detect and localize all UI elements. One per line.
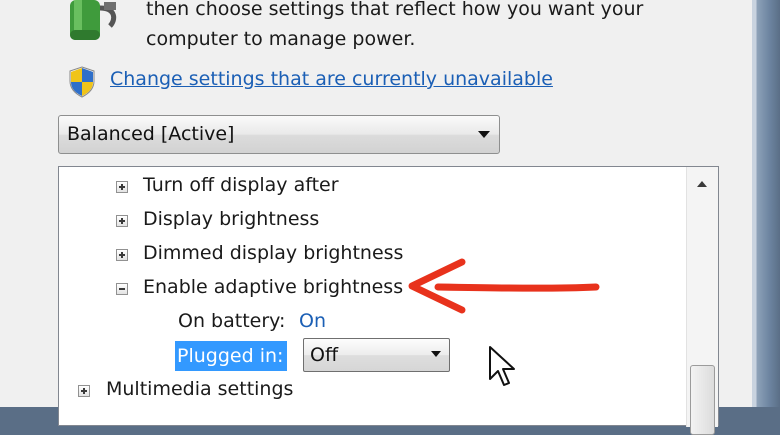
expand-plus-icon[interactable] [116,215,128,227]
on-battery-label: On battery: [178,310,286,332]
tree-item-enable-adaptive-brightness[interactable]: Enable adaptive brightness [143,274,403,300]
scroll-thumb[interactable] [690,365,715,435]
scroll-up-button[interactable] [687,167,718,201]
plugged-in-label: Plugged in: [175,341,288,371]
power-plan-value: Balanced [Active] [67,123,235,145]
collapse-minus-icon[interactable] [116,283,128,295]
intro-line-2: computer to manage power. [146,28,416,50]
annotation-arrow-icon [408,258,600,314]
change-settings-link[interactable]: Change settings that are currently unava… [110,68,553,90]
intro-text: then choose settings that reflect how yo… [146,0,736,54]
on-battery-value[interactable]: On [299,310,326,332]
tree-item-turn-off-display[interactable]: Turn off display after [143,172,339,198]
tree-item-display-brightness[interactable]: Display brightness [143,206,319,232]
mouse-pointer-icon [489,346,515,386]
advanced-settings-tree[interactable]: Turn off display after Display brightnes… [58,166,719,435]
expand-plus-icon[interactable] [116,181,128,193]
plugged-in-dropdown[interactable]: Off [303,338,450,372]
uac-shield-icon [69,66,95,98]
expand-plus-icon[interactable] [78,385,90,397]
scroll-up-arrow-icon [697,181,707,187]
window-frame-edge [752,0,780,407]
plugged-in-value: Off [310,344,339,366]
power-plug-battery-icon [70,0,117,40]
tree-item-dimmed-display-brightness[interactable]: Dimmed display brightness [143,240,403,266]
chevron-down-icon [431,351,441,357]
tree-item-multimedia-settings[interactable]: Multimedia settings [106,376,293,402]
intro-line-1: then choose settings that reflect how yo… [146,0,644,20]
chevron-down-icon [478,131,490,138]
power-options-window: then choose settings that reflect how yo… [0,0,758,435]
power-plan-dropdown[interactable]: Balanced [Active] [58,115,500,154]
tree-scrollbar[interactable] [686,167,718,435]
expand-plus-icon[interactable] [116,249,128,261]
